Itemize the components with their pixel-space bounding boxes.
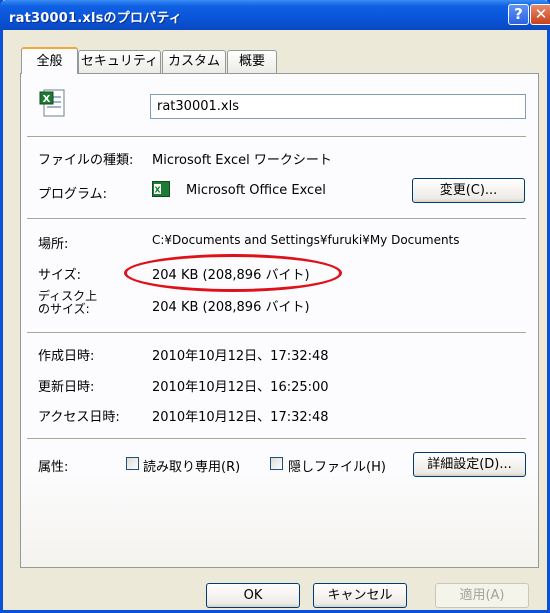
readonly-checkbox[interactable] <box>126 457 139 470</box>
tab-summary[interactable]: 概要 <box>227 50 277 73</box>
svg-text:X: X <box>43 94 51 105</box>
readonly-label[interactable]: 読み取り専用(R) <box>143 456 240 475</box>
location-label: 場所: <box>38 237 69 252</box>
divider <box>27 136 526 137</box>
divider <box>27 218 526 219</box>
program-label: プログラム: <box>38 187 107 202</box>
created-value: 2010年10月12日、17:32:48 <box>152 349 329 364</box>
hidden-checkbox[interactable] <box>270 457 283 470</box>
cancel-button[interactable]: キャンセル <box>313 583 407 608</box>
excel-app-icon: X <box>152 181 170 197</box>
accessed-value: 2010年10月12日、17:32:48 <box>152 410 329 425</box>
accessed-label: アクセス日時: <box>38 410 120 425</box>
tab-panel-general <box>20 73 539 568</box>
disk-size-value: 204 KB (208,896 バイト) <box>152 300 310 315</box>
ok-button[interactable]: OK <box>206 583 300 608</box>
attributes-label: 属性: <box>38 460 69 475</box>
title-bar[interactable]: rat30001.xlsのプロパティ ? ✕ <box>0 0 550 30</box>
file-type-value: Microsoft Excel ワークシート <box>152 153 332 168</box>
tab-security[interactable]: セキュリティ <box>78 50 161 73</box>
file-type-label: ファイルの種類: <box>38 153 134 168</box>
tab-custom[interactable]: カスタム <box>162 50 226 73</box>
divider <box>27 332 526 333</box>
disk-size-label: ディスク上 のサイズ: <box>38 290 97 316</box>
modified-label: 更新日時: <box>38 380 95 395</box>
file-name-text: rat30001.xls <box>157 99 239 114</box>
change-program-button[interactable]: 変更(C)... <box>412 178 525 203</box>
highlight-circle <box>124 254 342 292</box>
disk-size-label-line2: のサイズ: <box>38 302 90 316</box>
divider <box>27 438 526 439</box>
size-label: サイズ: <box>38 268 81 283</box>
close-button[interactable]: ✕ <box>530 4 550 25</box>
disk-size-label-line1: ディスク上 <box>38 289 98 303</box>
excel-file-icon: X <box>39 89 65 117</box>
location-value: C:¥Documents and Settings¥furuki¥My Docu… <box>152 233 460 247</box>
help-button[interactable]: ? <box>508 4 529 25</box>
program-value: Microsoft Office Excel <box>186 183 326 198</box>
window-title: rat30001.xlsのプロパティ <box>9 11 182 26</box>
advanced-button[interactable]: 詳細設定(D)... <box>413 452 526 477</box>
tab-general[interactable]: 全般 <box>21 47 78 74</box>
hidden-label[interactable]: 隠しファイル(H) <box>288 456 386 475</box>
apply-button[interactable]: 適用(A) <box>435 583 529 608</box>
svg-text:X: X <box>154 186 161 195</box>
modified-value: 2010年10月12日、16:25:00 <box>152 380 329 395</box>
created-label: 作成日時: <box>38 349 95 364</box>
file-name-input[interactable]: rat30001.xls <box>150 94 526 119</box>
